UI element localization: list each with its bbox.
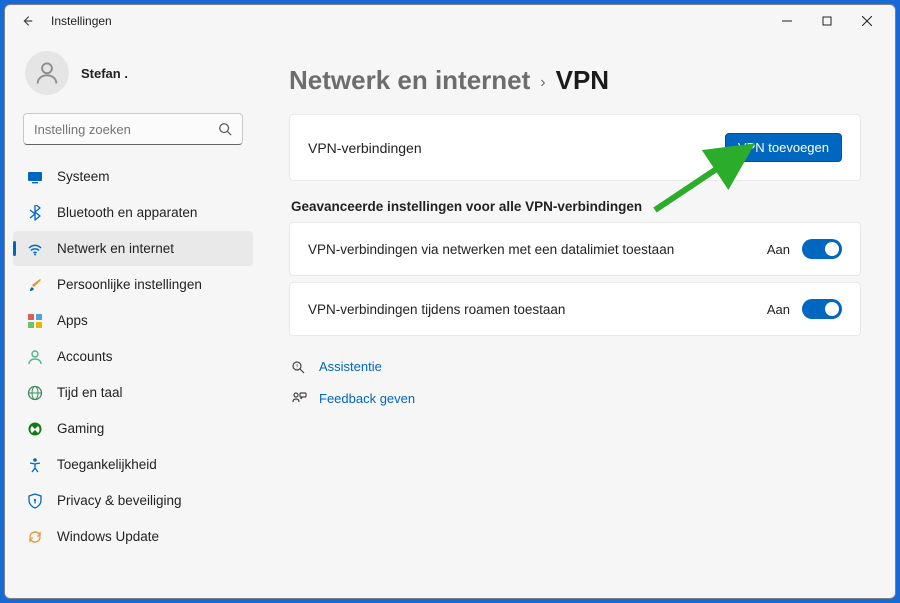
minimize-button[interactable] — [767, 7, 807, 35]
settings-window: Instellingen Stefan . — [4, 4, 896, 599]
nav: Systeem Bluetooth en apparaten Netwerk e… — [13, 159, 253, 554]
window-controls — [767, 7, 887, 35]
sidebar-item-label: Privacy & beveiliging — [57, 493, 182, 508]
sidebar-item-label: Persoonlijke instellingen — [57, 277, 202, 292]
sidebar-item-label: Netwerk en internet — [57, 241, 174, 256]
breadcrumb: Netwerk en internet › VPN — [289, 65, 861, 96]
sidebar-item-gaming[interactable]: Gaming — [13, 411, 253, 446]
account-icon — [27, 349, 43, 365]
breadcrumb-current: VPN — [556, 65, 609, 96]
sidebar-item-label: Accounts — [57, 349, 113, 364]
roaming-toggle-label: VPN-verbindingen tijdens roamen toestaan — [308, 302, 767, 317]
help-links: ? Assistentie Feedback geven — [289, 354, 861, 410]
metered-toggle-state: Aan — [767, 242, 790, 257]
sidebar-item-label: Systeem — [57, 169, 110, 184]
metered-toggle-card[interactable]: VPN-verbindingen via netwerken met een d… — [289, 222, 861, 276]
roaming-toggle-state: Aan — [767, 302, 790, 317]
sidebar-item-accounts[interactable]: Accounts — [13, 339, 253, 374]
advanced-section-title: Geavanceerde instellingen voor alle VPN-… — [291, 199, 859, 214]
sidebar-item-label: Windows Update — [57, 529, 159, 544]
sidebar-item-apps[interactable]: Apps — [13, 303, 253, 338]
feedback-link[interactable]: Feedback geven — [289, 386, 861, 410]
sidebar-item-privacy[interactable]: Privacy & beveiliging — [13, 483, 253, 518]
globe-icon — [27, 385, 43, 401]
metered-toggle-label: VPN-verbindingen via netwerken met een d… — [308, 242, 767, 257]
sidebar-item-label: Bluetooth en apparaten — [57, 205, 197, 220]
shield-icon — [27, 493, 43, 509]
sidebar-item-label: Tijd en taal — [57, 385, 123, 400]
sidebar-item-bluetooth[interactable]: Bluetooth en apparaten — [13, 195, 253, 230]
back-button[interactable] — [13, 7, 41, 35]
bluetooth-icon — [27, 205, 43, 221]
wifi-icon — [27, 241, 43, 257]
svg-text:?: ? — [296, 365, 299, 371]
help-link[interactable]: ? Assistentie — [289, 354, 861, 378]
sidebar-item-update[interactable]: Windows Update — [13, 519, 253, 554]
breadcrumb-parent[interactable]: Netwerk en internet — [289, 65, 530, 96]
sidebar-item-time[interactable]: Tijd en taal — [13, 375, 253, 410]
gaming-icon — [27, 421, 43, 437]
sidebar-item-label: Gaming — [57, 421, 104, 436]
username: Stefan . — [81, 66, 128, 81]
content-area: Stefan . Systeem Bluetooth en apparaten — [5, 37, 895, 598]
sidebar-item-network[interactable]: Netwerk en internet — [13, 231, 253, 266]
search-icon — [218, 122, 232, 136]
sidebar-item-system[interactable]: Systeem — [13, 159, 253, 194]
metered-toggle-switch[interactable] — [802, 239, 842, 259]
search-box[interactable] — [23, 113, 243, 145]
accessibility-icon — [27, 457, 43, 473]
add-vpn-button[interactable]: VPN toevoegen — [725, 133, 842, 162]
avatar — [25, 51, 69, 95]
window-title: Instellingen — [51, 14, 112, 28]
sidebar-item-label: Toegankelijkheid — [57, 457, 157, 472]
feedback-link-label: Feedback geven — [319, 391, 415, 406]
roaming-toggle-card[interactable]: VPN-verbindingen tijdens roamen toestaan… — [289, 282, 861, 336]
sidebar-item-personalization[interactable]: Persoonlijke instellingen — [13, 267, 253, 302]
apps-icon — [27, 313, 43, 329]
sidebar-item-label: Apps — [57, 313, 88, 328]
roaming-toggle-switch[interactable] — [802, 299, 842, 319]
close-button[interactable] — [847, 7, 887, 35]
vpn-connections-label: VPN-verbindingen — [308, 140, 422, 156]
vpn-connections-card: VPN-verbindingen VPN toevoegen — [289, 114, 861, 181]
search-input[interactable] — [34, 122, 218, 137]
feedback-icon — [291, 390, 307, 406]
chevron-right-icon: › — [540, 74, 545, 92]
help-icon: ? — [291, 358, 307, 374]
user-profile[interactable]: Stefan . — [13, 45, 253, 109]
main-panel: Netwerk en internet › VPN VPN-verbinding… — [261, 37, 895, 598]
sidebar-item-accessibility[interactable]: Toegankelijkheid — [13, 447, 253, 482]
sidebar: Stefan . Systeem Bluetooth en apparaten — [5, 37, 261, 598]
maximize-button[interactable] — [807, 7, 847, 35]
brush-icon — [27, 277, 43, 293]
help-link-label: Assistentie — [319, 359, 382, 374]
monitor-icon — [27, 169, 43, 185]
titlebar: Instellingen — [5, 5, 895, 37]
update-icon — [27, 529, 43, 545]
